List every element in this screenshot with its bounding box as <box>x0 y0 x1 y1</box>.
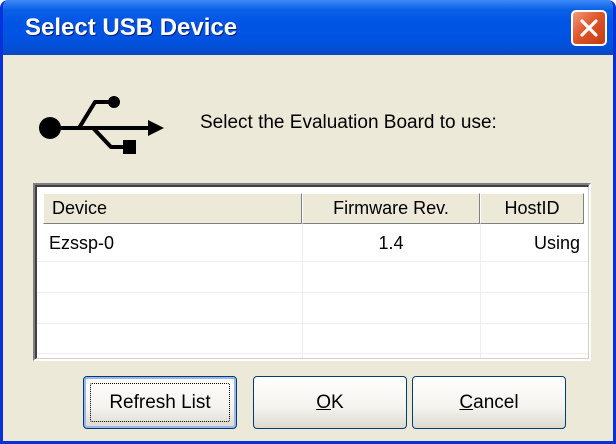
column-header-device[interactable]: Device <box>43 193 302 224</box>
instruction-label: Select the Evaluation Board to use: <box>200 112 497 133</box>
select-usb-device-dialog: Select USB Device Select the Evaluation … <box>0 0 616 444</box>
title-bar[interactable]: Select USB Device <box>3 0 613 55</box>
grid-line <box>37 353 588 354</box>
cancel-label: Cancel <box>459 392 519 413</box>
device-cell: Ezssp-0 <box>49 233 115 253</box>
cancel-button[interactable]: Cancel <box>412 376 566 429</box>
window-title: Select USB Device <box>25 14 238 41</box>
column-header-hostid[interactable]: HostID <box>480 193 584 224</box>
firmware-cell: 1.4 <box>378 233 404 253</box>
grid-line <box>37 292 588 293</box>
close-x-icon <box>580 19 598 37</box>
grid-line <box>37 323 588 324</box>
hostid-cell: Using <box>533 233 580 253</box>
refresh-list-button[interactable]: Refresh List <box>83 376 237 429</box>
ok-button[interactable]: OK <box>253 376 407 429</box>
refresh-list-label: Refresh List <box>109 392 211 413</box>
ok-label: OK <box>316 392 344 413</box>
device-list[interactable]: Device Firmware Rev. HostID Ezssp-0 1.4 … <box>33 183 591 361</box>
close-button[interactable] <box>571 10 607 46</box>
usb-icon <box>39 96 164 154</box>
grid-line <box>37 261 588 262</box>
column-header-firmware[interactable]: Firmware Rev. <box>302 193 480 224</box>
